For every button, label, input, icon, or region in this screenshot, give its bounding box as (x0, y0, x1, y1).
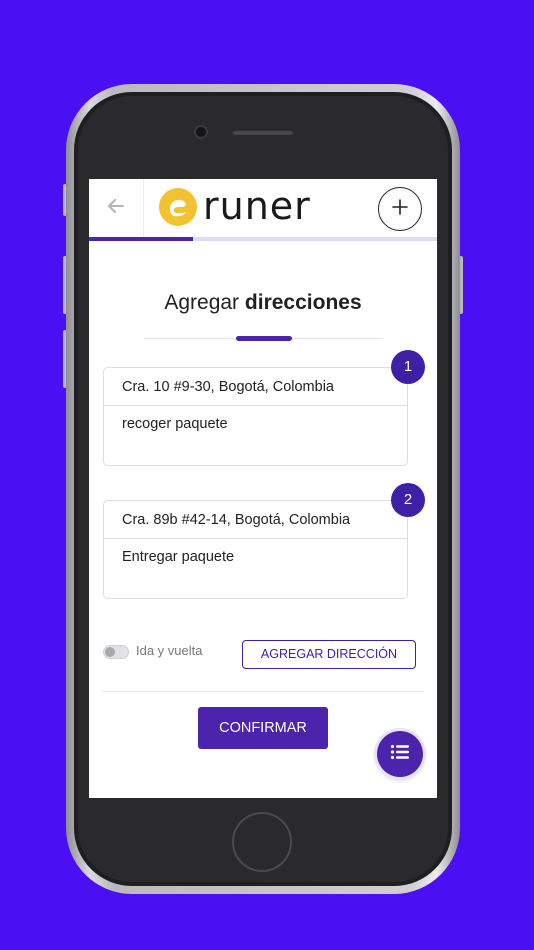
list-icon (390, 744, 410, 765)
stop-2-number-badge: 2 (391, 483, 425, 517)
step-progress-bar (89, 237, 437, 241)
round-trip-toggle-knob (105, 647, 115, 657)
page-title-regular: Agregar (164, 291, 240, 314)
stop-card-2: Cra. 89b #42-14, Bogotá, Colombia Entreg… (103, 500, 408, 599)
earpiece-speaker (232, 129, 294, 135)
stop-1-number-badge: 1 (391, 350, 425, 384)
add-address-button[interactable]: AGREGAR DIRECCIÓN (242, 640, 416, 669)
arrow-left-icon (107, 198, 125, 218)
stop-card-1: Cra. 10 #9-30, Bogotá, Colombia recoger … (103, 367, 408, 466)
app-screen: runer Agregar direcciones Cra. 10 #9-30,… (89, 179, 437, 798)
step-progress-fill (89, 237, 194, 241)
round-trip-label: Ida y vuelta (136, 643, 203, 658)
brand-name: runer (203, 184, 311, 228)
stop-1-note-field[interactable]: recoger paquete (104, 406, 407, 432)
title-divider-accent (236, 336, 292, 341)
add-button[interactable] (378, 187, 422, 231)
stop-1-address-field[interactable]: Cra. 10 #9-30, Bogotá, Colombia (104, 368, 407, 406)
page-title: Agregar direcciones (89, 291, 437, 315)
top-bar: runer (89, 179, 437, 241)
round-trip-toggle[interactable] (103, 645, 129, 659)
plus-icon (391, 198, 409, 221)
stop-2-address-field[interactable]: Cra. 89b #42-14, Bogotá, Colombia (104, 501, 407, 539)
home-button (232, 812, 292, 872)
runer-logo-icon (159, 188, 197, 226)
actions-divider (102, 691, 424, 692)
stop-2-note-field[interactable]: Entregar paquete (104, 539, 407, 565)
menu-fab-button[interactable] (377, 731, 423, 777)
page-title-bold: direcciones (244, 291, 362, 314)
back-button[interactable] (89, 179, 144, 237)
confirm-button[interactable]: CONFIRMAR (198, 707, 328, 749)
brand-logo: runer (159, 184, 329, 228)
front-camera (196, 127, 206, 137)
